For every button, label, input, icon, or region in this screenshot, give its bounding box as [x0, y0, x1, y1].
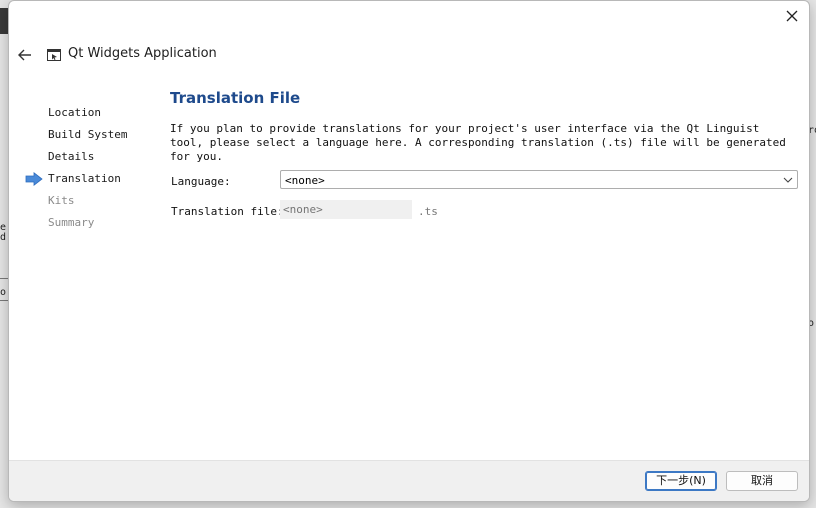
- step-label: Location: [48, 106, 101, 119]
- step-translation: Translation: [23, 171, 163, 193]
- step-label: Translation: [48, 172, 121, 185]
- wizard-page: Translation File If you plan to provide …: [170, 87, 800, 226]
- language-select[interactable]: <none>: [280, 170, 798, 189]
- background-text-fragment: o: [0, 287, 7, 298]
- background-text-fragment: d: [0, 232, 7, 243]
- language-select-value: <none>: [285, 174, 325, 187]
- background-divider: [0, 300, 8, 301]
- window-icon: [47, 49, 61, 61]
- background-window-titlebar: [0, 8, 8, 34]
- step-summary: Summary: [23, 215, 163, 237]
- step-details: Details: [23, 149, 163, 171]
- chevron-down-icon: [783, 177, 793, 183]
- step-label: Details: [48, 150, 95, 163]
- close-button[interactable]: [783, 7, 801, 25]
- language-label: Language:: [171, 175, 231, 188]
- step-location: Location: [23, 105, 163, 127]
- translation-file-suffix: .ts: [418, 205, 438, 218]
- language-row: Language: <none>: [170, 170, 800, 196]
- arrow-right-icon: [25, 172, 43, 186]
- back-button[interactable]: [15, 46, 35, 64]
- translation-file-input[interactable]: [280, 200, 412, 219]
- translation-file-row: Translation file: .ts: [170, 200, 800, 226]
- page-title: Translation File: [170, 89, 301, 107]
- close-icon: [786, 10, 798, 22]
- step-label: Kits: [48, 194, 75, 207]
- next-button[interactable]: 下一步(N): [645, 471, 717, 491]
- page-description: If you plan to provide translations for …: [170, 122, 786, 163]
- step-build-system: Build System: [23, 127, 163, 149]
- back-arrow-icon: [18, 49, 31, 61]
- background-divider: [0, 278, 8, 279]
- wizard-steps: Location Build System Details Translatio…: [23, 105, 163, 237]
- step-kits: Kits: [23, 193, 163, 215]
- new-project-wizard-dialog: Qt Widgets Application Location Build Sy…: [8, 0, 810, 502]
- wizard-header: Qt Widgets Application: [9, 41, 809, 69]
- wizard-footer: 下一步(N) 取消: [9, 460, 809, 501]
- step-label: Summary: [48, 216, 95, 229]
- wizard-title: Qt Widgets Application: [68, 46, 217, 61]
- cancel-button[interactable]: 取消: [726, 471, 798, 491]
- translation-file-label: Translation file:: [171, 205, 284, 218]
- step-label: Build System: [48, 128, 128, 141]
